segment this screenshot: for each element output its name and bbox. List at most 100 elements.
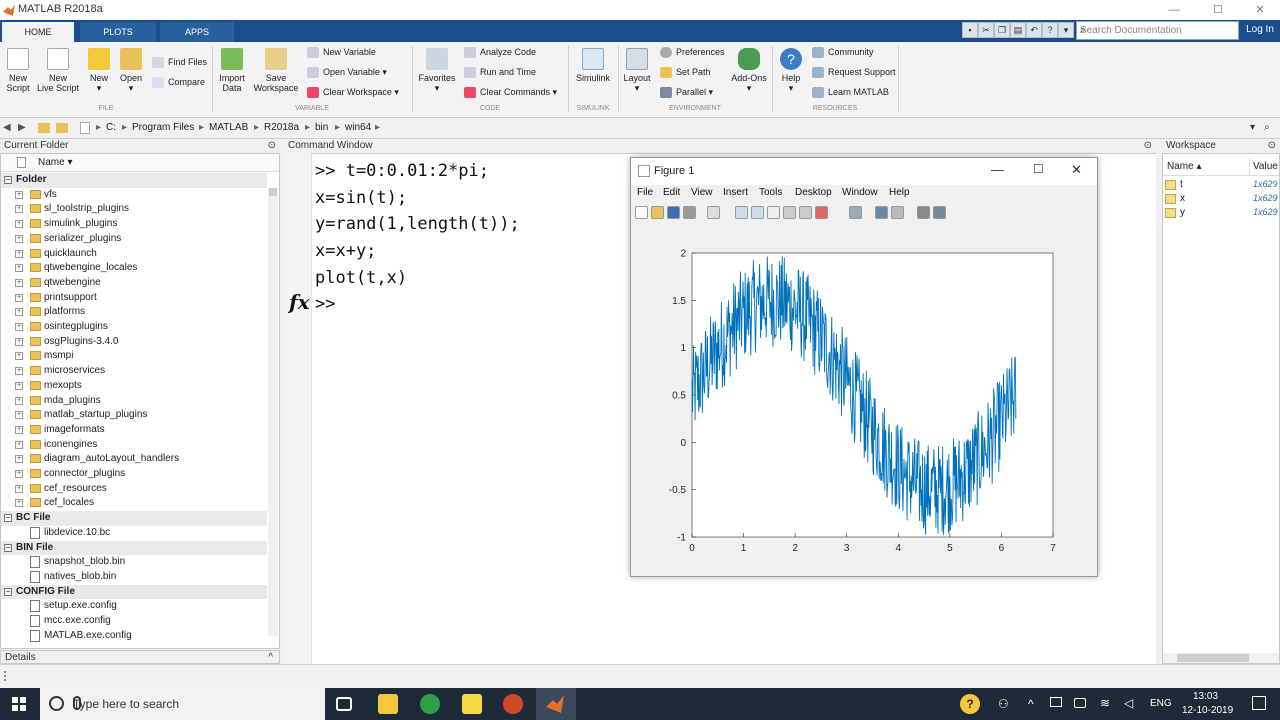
expand-icon[interactable]: + [15, 205, 23, 214]
tab-plots[interactable]: PLOTS [80, 22, 156, 42]
folder-item[interactable]: + imageformats [1, 423, 267, 438]
minimize-icon[interactable]: — [1166, 2, 1182, 18]
figure-menu-view[interactable]: View [691, 187, 713, 198]
panel-menu-icon[interactable]: ⊙ [268, 139, 276, 153]
collapse-icon[interactable]: − [4, 587, 12, 596]
folder-item[interactable]: + msmpi [1, 349, 267, 364]
workspace-col-name[interactable]: Name ▴ [1167, 161, 1202, 172]
expand-icon[interactable]: + [15, 308, 23, 317]
new-figure-icon[interactable] [635, 206, 648, 219]
data-cursor-icon[interactable] [799, 206, 812, 219]
clock-time[interactable]: 13:03 [1193, 691, 1218, 702]
request-support-button[interactable]: Request Support [812, 65, 896, 79]
bc-file-group-header[interactable]: − BC File [1, 511, 267, 526]
expand-icon[interactable]: + [15, 337, 23, 346]
workspace-col-value[interactable]: Value [1253, 161, 1278, 172]
function-browser-icon[interactable]: fx [289, 290, 310, 314]
breadcrumb-matlab[interactable]: MATLAB [209, 122, 248, 133]
cut-icon[interactable]: ✂ [978, 22, 994, 38]
analyze-code-button[interactable]: Analyze Code [464, 45, 536, 59]
expand-icon[interactable]: + [15, 234, 23, 243]
pointer-icon[interactable] [707, 206, 720, 219]
expand-icon[interactable]: + [15, 499, 23, 508]
figure-menu-edit[interactable]: Edit [663, 187, 680, 198]
folder-item[interactable]: + osintegplugins [1, 320, 267, 335]
figure-menu-insert[interactable]: Insert [723, 187, 748, 198]
folder-item[interactable]: + mda_plugins [1, 394, 267, 409]
tab-home[interactable]: HOME [2, 22, 74, 42]
workspace-variable-row[interactable]: x 1x629 [1163, 192, 1279, 206]
folder-item[interactable]: + printsupport [1, 291, 267, 306]
pan-icon[interactable] [767, 206, 780, 219]
folder-item[interactable]: + connector_plugins [1, 467, 267, 482]
folder-item[interactable]: + osgPlugins-3.4.0 [1, 335, 267, 350]
file-item[interactable]: natives_blob.bin [1, 570, 267, 585]
expand-icon[interactable]: + [15, 411, 23, 420]
breadcrumb-win64[interactable]: win64 [345, 122, 371, 133]
hide-plot-tools-icon[interactable] [917, 206, 930, 219]
figure-menu-file[interactable]: File [637, 187, 653, 198]
learn-matlab-button[interactable]: Learn MATLAB [812, 85, 889, 99]
expand-icon[interactable]: + [15, 278, 23, 287]
figure-menu-help[interactable]: Help [889, 187, 910, 198]
clear-commands-button[interactable]: Clear Commands ▾ [464, 85, 557, 99]
expand-icon[interactable]: + [15, 264, 23, 273]
compare-button[interactable]: Compare [152, 75, 205, 89]
community-button[interactable]: Community [812, 45, 874, 59]
chevron-up-icon[interactable]: ^ [1028, 697, 1034, 711]
undo-icon[interactable]: ↶ [1026, 22, 1042, 38]
expand-icon[interactable]: + [15, 323, 23, 331]
folder-item[interactable]: + qtwebengine [1, 276, 267, 291]
open-file-icon[interactable] [651, 206, 664, 219]
network-icon[interactable] [1050, 697, 1062, 707]
legend-icon[interactable] [891, 206, 904, 219]
folder-item[interactable]: + mexopts [1, 379, 267, 394]
matlab-taskbar-icon[interactable] [545, 694, 565, 714]
minimize-icon[interactable]: — [991, 162, 1004, 177]
details-header[interactable]: Details ^ [0, 650, 280, 664]
folder-item[interactable]: + simulink_plugins [1, 217, 267, 232]
panel-menu-icon[interactable]: ⊙ [1144, 139, 1152, 153]
folder-item[interactable]: + cef_resources [1, 482, 267, 497]
folder-item[interactable]: + microservices [1, 364, 267, 379]
notifications-icon[interactable] [1252, 696, 1266, 710]
search-icon[interactable]: ⌕ [1080, 24, 1235, 37]
tab-apps[interactable]: APPS [160, 22, 234, 42]
new-variable-button[interactable]: New Variable [307, 45, 376, 59]
file-item[interactable]: setup.exe.config [1, 599, 267, 614]
folder-group-header[interactable]: − Folder [1, 173, 267, 188]
save-workspace-button[interactable]: Save Workspace [252, 48, 300, 93]
expand-icon[interactable]: + [15, 425, 23, 434]
collapse-icon[interactable]: − [4, 176, 12, 184]
help-icon[interactable]: ? [1042, 22, 1058, 38]
battery-icon[interactable] [1074, 698, 1086, 708]
file-item[interactable]: MATLAB.exe.config [1, 629, 267, 644]
maximize-icon[interactable]: ☐ [1210, 2, 1226, 18]
rotate-icon[interactable] [783, 206, 796, 219]
windows-start-icon[interactable] [12, 697, 26, 711]
folder-item[interactable]: + vfs [1, 188, 267, 203]
simulink-button[interactable]: Simulink [574, 48, 612, 83]
preferences-button[interactable]: Preferences [660, 45, 725, 59]
folder-item[interactable]: + qtwebengine_locales [1, 261, 267, 276]
search-icon[interactable]: ⌕ [1264, 122, 1270, 133]
figure-menu-window[interactable]: Window [842, 187, 878, 198]
address-dropdown-icon[interactable]: ▾ [1250, 122, 1255, 133]
favorites-button[interactable]: Favorites ▾ [418, 48, 456, 93]
print-icon[interactable] [683, 206, 696, 219]
panel-menu-icon[interactable]: ⊙ [1268, 139, 1276, 153]
wifi-icon[interactable]: ≋ [1100, 696, 1110, 710]
taskbar-search[interactable]: Type here to search [40, 688, 325, 720]
column-name[interactable]: Name ▾ [38, 157, 73, 168]
new-live-script-button[interactable]: New Live Script [36, 48, 80, 93]
chevron-up-icon[interactable]: ^ [268, 651, 273, 665]
show-plot-tools-icon[interactable] [933, 206, 946, 219]
layout-button[interactable]: Layout ▾ [622, 48, 652, 93]
scrollbar-thumb[interactable] [269, 188, 277, 196]
microphone-icon[interactable] [73, 696, 81, 710]
horizontal-scrollbar[interactable] [1163, 653, 1279, 663]
command-prompt[interactable]: >> [315, 294, 335, 314]
back-icon[interactable]: ◀ [3, 122, 11, 133]
close-icon[interactable]: ✕ [1071, 162, 1082, 178]
dropdown-icon[interactable]: ▾ [1058, 22, 1074, 38]
